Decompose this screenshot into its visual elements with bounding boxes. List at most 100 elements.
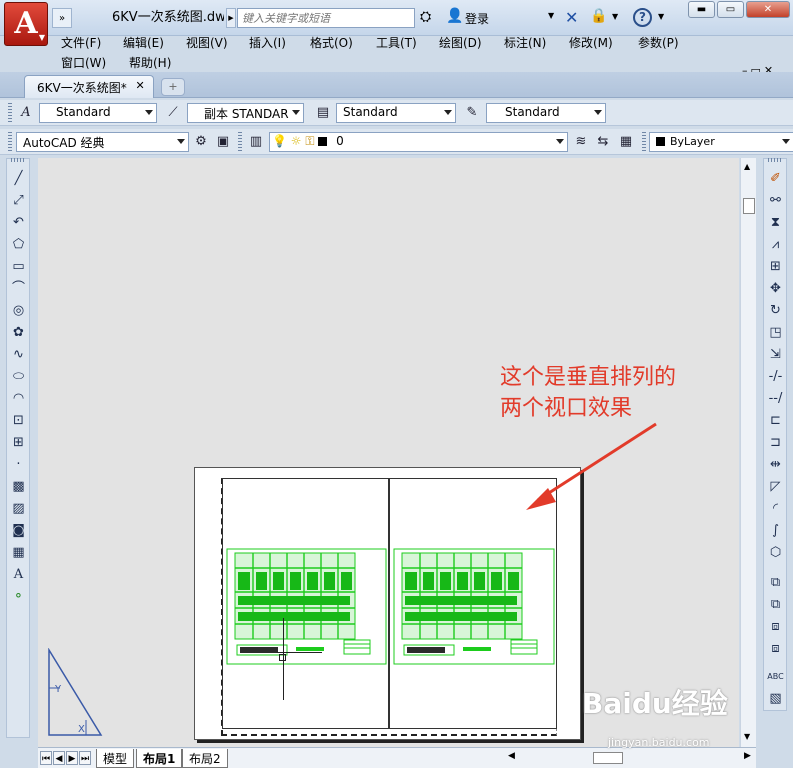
menu-window[interactable]: 窗口(W) [61,54,106,71]
draw-order-back-icon[interactable]: ⧉ [766,595,785,614]
layer-previous-icon[interactable]: ⇆ [593,133,613,151]
toolbar-grip[interactable] [642,132,646,152]
add-selected-icon[interactable]: ⚬ [9,587,28,606]
array-icon[interactable]: ⊞ [766,257,785,276]
menu-dimension[interactable]: 标注(N) [504,34,546,51]
scroll-right-icon[interactable]: ▶ [744,751,751,761]
blend-curves-icon[interactable]: ∫ [766,521,785,540]
polyline-icon[interactable]: ↶ [9,213,28,232]
extend-icon[interactable]: --/ [766,389,785,408]
polygon-icon[interactable]: ⬠ [9,235,28,254]
vertical-scrollbar[interactable]: ▲ ▼ [740,158,756,747]
drawing-canvas[interactable]: Y X [38,158,739,747]
menu-parameters[interactable]: 参数(P) [638,34,679,51]
dimension-style-select[interactable]: 副本 STANDAR [187,103,304,123]
multileader-style-icon[interactable]: ✎ [462,104,482,122]
lock-icon[interactable]: 🔒 [590,8,607,24]
table-style-select[interactable]: Standard [336,103,456,123]
draw-order-front-icon[interactable]: ⧉ [766,573,785,592]
login-link[interactable]: 登录 [465,10,489,27]
toolbar-grip[interactable] [11,158,25,162]
menu-format[interactable]: 格式(O) [310,34,353,51]
chevron-down-icon[interactable]: ▼ [658,12,664,21]
spline-icon[interactable]: ∿ [9,345,28,364]
rectangle-icon[interactable]: ▭ [9,257,28,276]
toolbar-grip[interactable] [768,158,782,162]
ellipse-icon[interactable]: ⬭ [9,367,28,386]
close-icon[interactable]: ✕ [136,79,145,92]
scale-icon[interactable]: ◳ [766,323,785,342]
search-input[interactable] [237,8,415,28]
menu-tools[interactable]: 工具(T) [376,34,417,51]
rotate-icon[interactable]: ↻ [766,301,785,320]
send-under-icon[interactable]: ⧈ [766,639,785,658]
quick-access-more-button[interactable]: » [52,8,72,28]
next-tab-icon[interactable]: ▶ [66,751,78,765]
tab-document[interactable]: 6KV一次系统图* ✕ [24,75,154,98]
table-icon[interactable]: ▦ [9,543,28,562]
explode-icon[interactable]: ⬡ [766,543,785,562]
chevron-down-icon[interactable]: ▼ [548,11,554,20]
user-icon[interactable]: 👤 [446,8,463,24]
break-at-point-icon[interactable]: ⊏ [766,411,785,430]
binoculars-icon[interactable]: ⛭ [420,9,431,25]
text-to-front-icon[interactable]: ABC [766,667,785,686]
multileader-style-select[interactable]: Standard [486,103,606,123]
table-style-icon[interactable]: ▤ [313,104,333,122]
toolbar-grip[interactable] [8,132,12,152]
toolbar-grip[interactable] [8,103,12,123]
fillet-icon[interactable]: ◜ [766,499,785,518]
make-block-icon[interactable]: ⊞ [9,433,28,452]
maximize-button[interactable]: ▭ [717,1,744,18]
copy-icon[interactable]: ⚯ [766,191,785,210]
erase-icon[interactable]: ✐ [766,169,785,188]
vertical-scroll-thumb[interactable] [743,198,755,214]
menu-modify[interactable]: 修改(M) [569,34,613,51]
tab-layout1[interactable]: 布局1 [136,749,183,768]
ellipse-arc-icon[interactable]: ◠ [9,389,28,408]
save-workspace-icon[interactable]: ▣ [213,133,233,151]
chamfer-icon[interactable]: ◸ [766,477,785,496]
revision-cloud-icon[interactable]: ✿ [9,323,28,342]
mirror-icon[interactable]: ⧗ [766,213,785,232]
arc-icon[interactable]: ⌒ [9,279,28,298]
layer-properties-icon[interactable]: ▥ [246,133,266,151]
application-menu-button[interactable]: A ▼ [4,2,48,46]
offset-icon[interactable]: ⩘ [766,235,785,254]
scroll-down-icon[interactable]: ▼ [744,732,750,741]
first-tab-icon[interactable]: ⏮ [40,751,52,765]
close-window-button[interactable]: ✕ [746,1,790,18]
minimize-button[interactable]: ▬ [688,1,715,18]
circle-icon[interactable]: ◎ [9,301,28,320]
toolbar-grip[interactable] [238,132,242,152]
horizontal-scroll-thumb[interactable] [593,752,623,764]
gradient-icon[interactable]: ▨ [9,499,28,518]
chevron-down-icon[interactable]: ▼ [612,12,618,21]
region-icon[interactable]: ◙ [9,521,28,540]
previous-tab-icon[interactable]: ◀ [53,751,65,765]
scroll-left-icon[interactable]: ◀ [508,751,515,761]
construction-line-icon[interactable]: ⤢ [9,191,28,210]
point-icon[interactable]: · [9,455,28,474]
new-tab-button[interactable]: + [161,78,185,96]
scroll-up-icon[interactable]: ▲ [744,162,750,171]
break-icon[interactable]: ⊐ [766,433,785,452]
help-icon[interactable]: ? [633,8,652,27]
layer-state-icon[interactable]: ▦ [616,133,636,151]
bring-above-icon[interactable]: ⧈ [766,617,785,636]
chevron-right-icon[interactable]: ▶ [226,8,236,28]
hatch-to-back-icon[interactable]: ▧ [766,689,785,708]
menu-draw[interactable]: 绘图(D) [439,34,482,51]
text-style-select[interactable]: Standard [39,103,157,123]
tab-model[interactable]: 模型 [96,749,135,768]
trim-icon[interactable]: -/- [766,367,785,386]
hatch-icon[interactable]: ▩ [9,477,28,496]
exchange-icon[interactable]: ✕ [565,8,578,27]
menu-help[interactable]: 帮助(H) [129,54,171,71]
make-current-layer-icon[interactable]: ≋ [571,133,591,151]
menu-file[interactable]: 文件(F) [61,34,101,51]
workspace-select[interactable]: AutoCAD 经典 [16,132,189,152]
multiline-text-icon[interactable]: A [9,565,28,584]
text-style-icon[interactable]: A [16,104,36,122]
line-icon[interactable]: ╱ [9,169,28,188]
